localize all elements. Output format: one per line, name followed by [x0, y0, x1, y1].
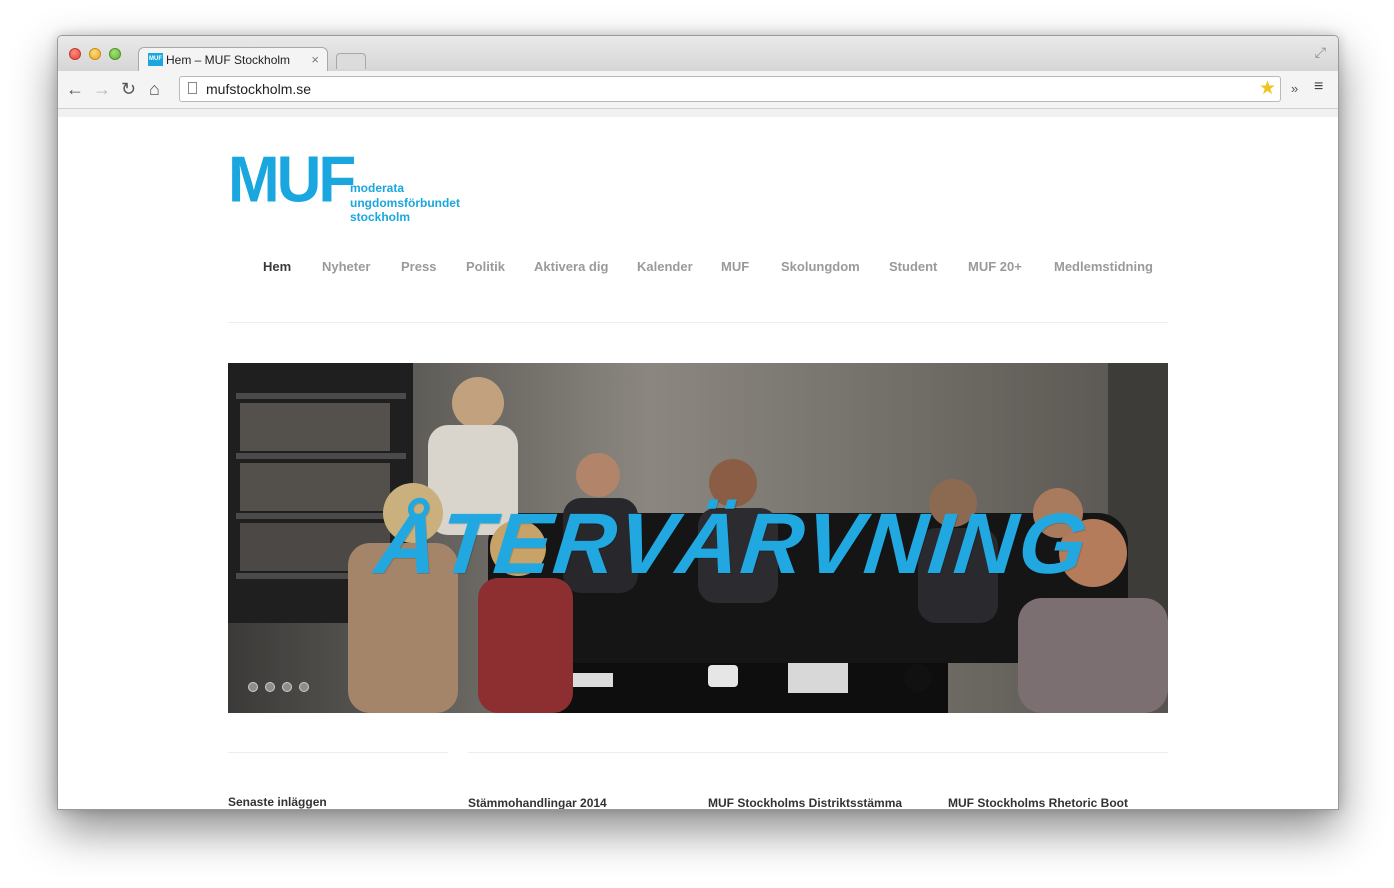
nav-item-politik[interactable]: Politik	[466, 259, 505, 274]
logo-line-2: ungdomsförbundet	[350, 195, 460, 210]
nav-item-nyheter[interactable]: Nyheter	[322, 259, 370, 274]
logo-mark: MUF	[228, 143, 356, 217]
slider-dot[interactable]	[265, 682, 275, 692]
page-icon	[188, 82, 197, 94]
muf-favicon-icon: MUF	[148, 53, 163, 66]
nav-item-hem[interactable]: Hem	[263, 259, 291, 274]
browser-window: MUF Hem – MUF Stockholm × ⤢ ← → ↻ ⌂ mufs…	[57, 35, 1339, 810]
bookmark-star-icon[interactable]: ★	[1259, 77, 1276, 101]
content-divider	[468, 752, 1168, 753]
post-title[interactable]: Stämmohandlingar 2014	[468, 796, 607, 809]
browser-toolbar: ← → ↻ ⌂ mufstockholm.se ★ » ≡	[58, 71, 1338, 109]
logo-text: moderata ungdomsförbundet stockholm	[350, 181, 460, 225]
nav-item-kalender[interactable]: Kalender	[637, 259, 693, 274]
nav-item-skolungdom[interactable]: Skolungdom	[781, 259, 860, 274]
tab-title: Hem – MUF Stockholm	[166, 53, 291, 67]
title-bar: MUF Hem – MUF Stockholm × ⤢	[58, 36, 1338, 71]
url-text[interactable]: mufstockholm.se	[206, 81, 311, 97]
new-tab-button[interactable]	[336, 53, 366, 69]
extensions-chevron-icon[interactable]: »	[1291, 81, 1298, 96]
hero-slider[interactable]: ÅTERVÄRVNING	[228, 363, 1168, 713]
close-window-button[interactable]	[69, 48, 81, 60]
zoom-window-button[interactable]	[109, 48, 121, 60]
reload-icon[interactable]: ↻	[121, 79, 136, 99]
menu-icon[interactable]: ≡	[1314, 78, 1323, 96]
browser-tab[interactable]: MUF Hem – MUF Stockholm ×	[138, 47, 328, 71]
nav-item-aktivera-dig[interactable]: Aktivera dig	[534, 259, 608, 274]
back-arrow-icon[interactable]: ←	[66, 79, 84, 99]
tab-close-icon[interactable]: ×	[311, 52, 319, 67]
minimize-window-button[interactable]	[89, 48, 101, 60]
sidebar-heading: Senaste inläggen	[228, 795, 327, 809]
nav-item-medlemstidning[interactable]: Medlemstidning	[1054, 259, 1153, 274]
web-page: MUF moderata ungdomsförbundet stockholm …	[58, 109, 1338, 809]
page-top-strip	[58, 109, 1338, 117]
nav-item-muf[interactable]: MUF	[721, 259, 749, 274]
forward-arrow-icon[interactable]: →	[93, 79, 111, 99]
slider-dot[interactable]	[282, 682, 292, 692]
slider-dot[interactable]	[299, 682, 309, 692]
header-divider	[228, 322, 1168, 323]
address-bar[interactable]: mufstockholm.se ★	[179, 76, 1281, 102]
home-icon[interactable]: ⌂	[149, 79, 160, 99]
logo-line-3: stockholm	[350, 210, 411, 224]
nav-item-muf-20[interactable]: MUF 20+	[968, 259, 1022, 274]
slider-dot[interactable]	[248, 682, 258, 692]
post-title[interactable]: MUF Stockholms Distriktsstämma	[708, 796, 902, 809]
post-title[interactable]: MUF Stockholms Rhetoric Boot	[948, 796, 1128, 809]
fullscreen-icon[interactable]: ⤢	[1315, 44, 1326, 61]
site-logo[interactable]: MUF moderata ungdomsförbundet stockholm	[228, 143, 478, 227]
sidebar-divider	[228, 752, 448, 753]
nav-item-student[interactable]: Student	[889, 259, 937, 274]
logo-line-1: moderata	[350, 181, 405, 195]
hero-title: ÅTERVÄRVNING	[371, 496, 1094, 592]
nav-item-press[interactable]: Press	[401, 259, 436, 274]
